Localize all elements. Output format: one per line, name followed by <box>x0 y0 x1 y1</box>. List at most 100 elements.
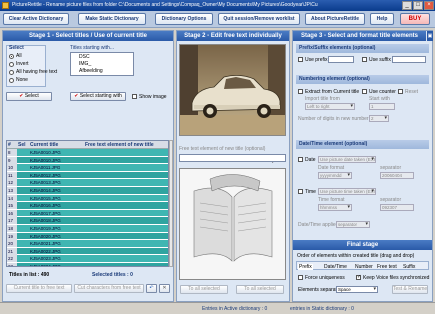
maximize-button[interactable]: □ <box>413 1 423 10</box>
table-row[interactable]: 20 KJ5A0021.JPG <box>7 240 168 248</box>
date-source-select[interactable]: Use picture date taken (EXIF) <box>318 156 376 163</box>
cell-free-text[interactable] <box>84 210 168 217</box>
cut-characters-button[interactable]: Cut characters from free text <box>74 284 144 293</box>
clear-button[interactable]: ✕ <box>159 284 170 293</box>
list-item[interactable]: DSC <box>79 54 90 60</box>
current-title-to-free-text-button[interactable]: Current title to free text <box>6 284 72 293</box>
select-starting-with-button[interactable]: ✔ Select starting with <box>70 92 126 101</box>
table-row[interactable]: 11 KJ5A0012.JPG <box>7 171 168 180</box>
table-row[interactable]: 16 KJ5A0017.JPG <box>7 209 168 218</box>
cell-free-text[interactable] <box>84 187 168 194</box>
order-item-prefix[interactable]: Prefix <box>298 264 313 270</box>
info-icon[interactable]: ▣ <box>427 31 433 41</box>
list-item[interactable]: IMG_ <box>79 61 91 67</box>
keep-voice-checkbox[interactable] <box>356 274 361 280</box>
select-button[interactable]: ✔ Select <box>6 92 52 101</box>
dictionary-options-button[interactable]: Dictionary Options <box>155 13 213 25</box>
minimize-button[interactable]: _ <box>402 1 412 10</box>
free-text-label: Free text element of new title (optional… <box>179 146 266 152</box>
starting-with-list[interactable]: DSC IMG_ Afbeelding <box>70 52 134 76</box>
prefix-input[interactable] <box>328 56 354 63</box>
table-row[interactable]: 8 KJ5A0010.JPG <box>7 149 168 157</box>
to-selected-button[interactable]: To all selected <box>236 285 284 294</box>
cell-free-text[interactable] <box>84 217 168 224</box>
date-format-select[interactable]: yyyymmdd <box>318 172 352 179</box>
date-checkbox[interactable] <box>298 157 303 162</box>
reset-checkbox[interactable] <box>398 89 403 94</box>
date-applied-select[interactable]: separator <box>336 221 370 228</box>
table-row[interactable]: 15 KJ5A0016.JPG <box>7 202 168 210</box>
table-row[interactable]: 21 KJ5A0022.JPG <box>7 247 168 256</box>
make-static-dictionary-button[interactable]: Make Static Dictionary <box>78 13 146 25</box>
table-row[interactable]: 17 KJ5A0018.JPG <box>7 217 168 225</box>
cell-free-text[interactable] <box>84 195 168 202</box>
table-row[interactable]: 12 KJ5A0013.JPG <box>7 179 168 187</box>
stage1-header: Stage 1 - Select titles / Use of current… <box>3 31 173 41</box>
cell-free-text[interactable] <box>84 164 168 171</box>
radio-all[interactable] <box>9 54 14 59</box>
cell-free-text[interactable] <box>84 248 168 255</box>
radio-none[interactable] <box>9 78 14 83</box>
order-list: Prefix Date/Time Number Free text Suffix <box>296 261 429 270</box>
use-prefix-checkbox[interactable] <box>298 57 303 62</box>
col-free-text[interactable]: Free text element of new title <box>84 141 168 149</box>
table-row[interactable]: 22 KJ5A0023.JPG <box>7 255 168 263</box>
cell-free-text[interactable] <box>84 202 168 209</box>
cell-free-text[interactable] <box>84 149 168 156</box>
table-row[interactable]: 19 KJ5A0020.JPG <box>7 232 168 241</box>
quit-session-button[interactable]: Quit session/Remove worklist <box>218 13 300 25</box>
cell-free-text[interactable] <box>84 179 168 186</box>
help-button[interactable]: Help <box>370 13 394 25</box>
radio-invert[interactable] <box>9 62 14 67</box>
digits-select[interactable]: 2 <box>369 115 389 122</box>
cell-free-text[interactable] <box>84 255 168 262</box>
order-item-suffix[interactable]: Suffix <box>403 264 415 270</box>
cell-free-text[interactable] <box>84 263 168 266</box>
import-select[interactable]: Left to right <box>305 103 355 110</box>
extract-checkbox[interactable] <box>298 89 303 94</box>
table-row[interactable]: 14 KJ5A0015.JPG <box>7 194 168 203</box>
separator-select[interactable]: Space <box>336 286 378 293</box>
table-scrollbar[interactable] <box>169 140 173 267</box>
list-item[interactable]: Afbeelding <box>79 68 103 74</box>
cell-free-text[interactable] <box>84 157 168 164</box>
cell-number: 17 <box>7 217 17 225</box>
cell-free-text[interactable] <box>84 172 168 179</box>
clear-active-dictionary-button[interactable]: Clear Active Dictionary <box>3 13 69 25</box>
col-number[interactable]: # <box>7 141 17 149</box>
cell-number: 18 <box>7 225 17 232</box>
order-item-datetime[interactable]: Date/Time <box>324 264 347 270</box>
col-current-title[interactable]: Current title <box>29 141 84 149</box>
table-row[interactable]: 10 KJ5A0011.JPG <box>7 164 168 172</box>
cell-free-text[interactable] <box>84 233 168 240</box>
force-uniqueness-checkbox[interactable] <box>298 275 303 280</box>
cell-free-text[interactable] <box>84 240 168 247</box>
test-rename-button[interactable]: Test & Rename <box>392 285 428 294</box>
undo-button[interactable]: ↶ <box>146 284 157 293</box>
start-input[interactable]: 1 <box>369 103 395 110</box>
table-row[interactable]: 23 KJ5A0024.JPG <box>7 263 168 266</box>
buy-button[interactable]: BUY <box>400 13 430 25</box>
radio-free-text[interactable] <box>9 70 14 75</box>
time-source-select[interactable]: Use picture time taken (EXIF) <box>318 188 376 195</box>
time-format-select[interactable]: hhmmss <box>318 204 352 211</box>
to-all-selected-button[interactable]: To all selected <box>180 285 228 294</box>
close-button[interactable]: × <box>424 1 434 10</box>
about-button[interactable]: About PictureRetitle <box>305 13 365 25</box>
use-suffix-checkbox[interactable] <box>362 57 367 62</box>
table-row[interactable]: 9 KJ5A0010.JPG <box>7 156 168 165</box>
col-sel[interactable]: Sel <box>17 141 29 149</box>
use-counter-checkbox[interactable] <box>362 89 367 94</box>
order-item-number[interactable]: Number <box>355 264 373 270</box>
table-row[interactable]: 18 KJ5A0019.JPG <box>7 225 168 233</box>
cell-free-text[interactable] <box>84 225 168 232</box>
suffix-input[interactable] <box>392 56 426 63</box>
order-item-free-text[interactable]: Free text <box>377 264 397 270</box>
show-image-checkbox[interactable] <box>132 94 137 99</box>
table-row[interactable]: 13 KJ5A0014.JPG <box>7 187 168 195</box>
cell-number: 13 <box>7 187 17 194</box>
free-text-input[interactable] <box>179 154 286 162</box>
time-checkbox[interactable] <box>298 189 303 194</box>
radio-all-label: All <box>16 53 22 59</box>
cell-current-title: KJ5A0021.JPG <box>30 241 61 247</box>
